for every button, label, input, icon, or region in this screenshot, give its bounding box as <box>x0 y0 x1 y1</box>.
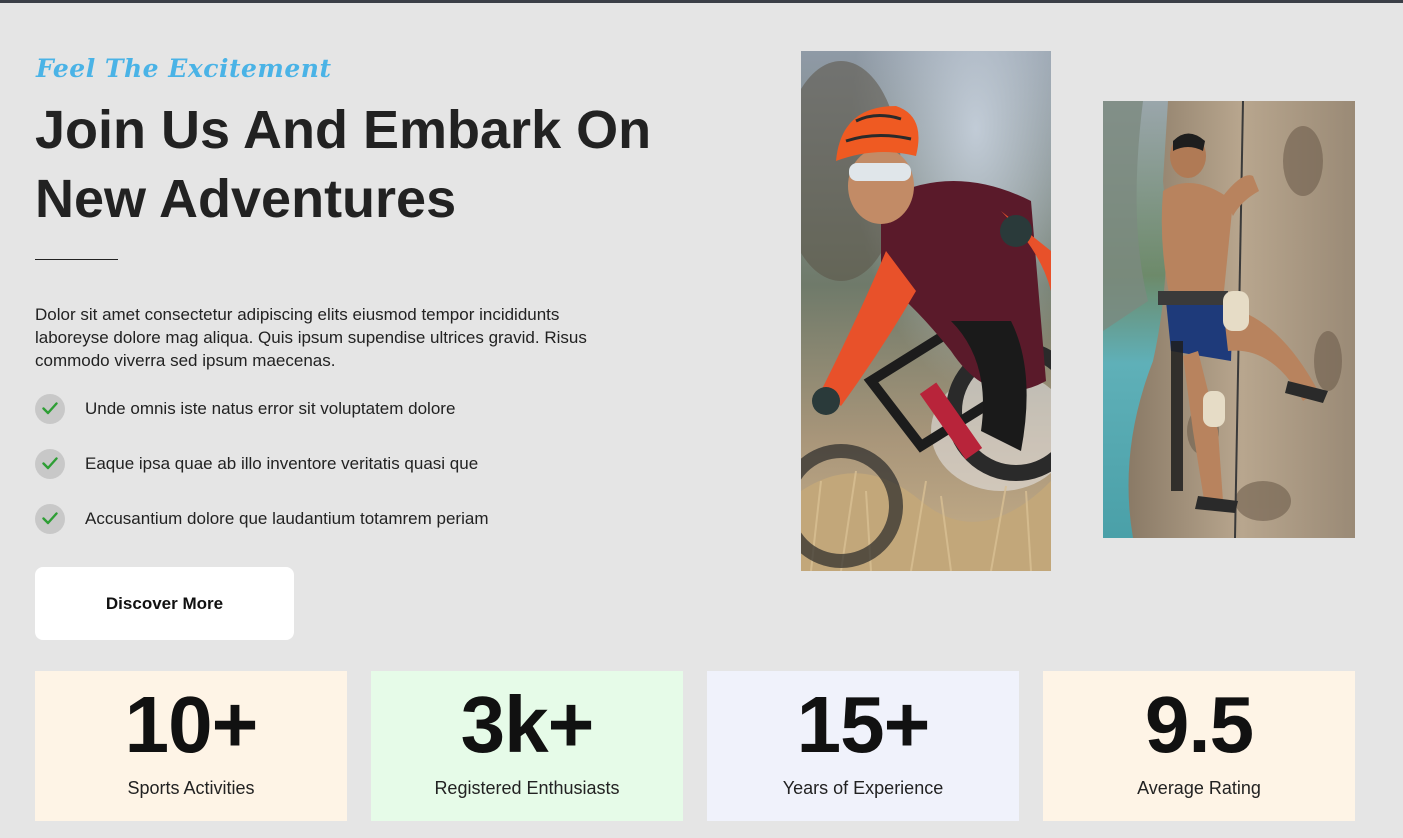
stat-card-years-of-experience: 15+ Years of Experience <box>707 671 1019 821</box>
stat-label: Years of Experience <box>782 778 944 798</box>
hero-headline-line-2: New Adventures <box>35 169 457 229</box>
top-border <box>0 0 1403 3</box>
stat-value: 3k+ <box>460 680 595 769</box>
stat-label: Registered Enthusiasts <box>434 778 620 798</box>
rock-climbing-photo <box>1103 101 1355 538</box>
stat-card-average-rating: 9.5 Average Rating <box>1043 671 1355 821</box>
feature-item: Accusantium dolore que laudantium totamr… <box>35 503 675 534</box>
mountain-bike-photo <box>801 51 1051 571</box>
feature-item: Eaque ipsa quae ab illo inventore verita… <box>35 448 675 479</box>
hero-intro: Dolor sit amet consectetur adipiscing el… <box>35 305 587 370</box>
feature-text: Unde omnis iste natus error sit voluptat… <box>85 398 456 418</box>
stat-label: Average Rating <box>1137 778 1261 798</box>
hero-tagline: Feel The Excitement <box>36 54 332 83</box>
stat-card-registered-enthusiasts: 3k+ Registered Enthusiasts <box>371 671 683 821</box>
feature-text: Accusantium dolore que laudantium totamr… <box>85 508 489 528</box>
feature-text: Eaque ipsa quae ab illo inventore verita… <box>85 453 479 473</box>
discover-more-button[interactable]: Discover More <box>35 567 294 640</box>
stat-value: 15+ <box>796 680 931 769</box>
check-icon <box>35 393 65 424</box>
check-icon <box>35 503 65 534</box>
stat-card-sports-activities: 10+ Sports Activities <box>35 671 347 821</box>
stat-value: 9.5 <box>1144 680 1254 769</box>
hero-headline: Join Us And Embark On New Adventures <box>35 96 735 234</box>
stat-label: Sports Activities <box>127 778 255 798</box>
feature-list: Unde omnis iste natus error sit voluptat… <box>35 393 675 558</box>
hero-headline-line-1: Join Us And Embark On <box>35 100 652 160</box>
check-icon <box>35 448 65 479</box>
stat-value: 10+ <box>124 680 259 769</box>
feature-item: Unde omnis iste natus error sit voluptat… <box>35 393 675 424</box>
headline-divider <box>35 259 118 260</box>
